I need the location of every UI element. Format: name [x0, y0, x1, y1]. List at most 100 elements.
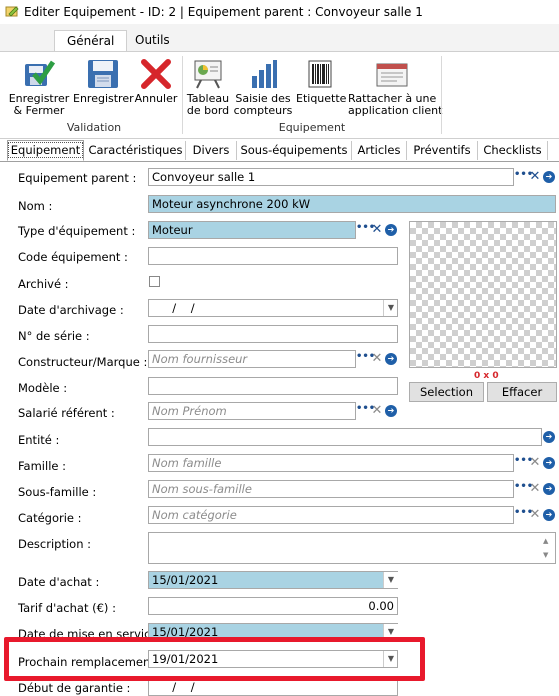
save-close-icon — [25, 60, 56, 86]
chevron-down-icon[interactable]: ▼ — [383, 300, 398, 316]
cancel-label: Annuler — [134, 92, 178, 105]
browse-button[interactable]: ••• — [514, 455, 533, 471]
manufacturer-field[interactable]: Nom fournisseur — [148, 350, 356, 368]
parent-equipment-field[interactable]: Convoyeur salle 1 — [148, 168, 514, 186]
browse-button[interactable]: ••• — [514, 169, 533, 185]
browse-button[interactable]: ••• — [514, 481, 533, 497]
clear-icon[interactable]: ✕ — [528, 455, 542, 471]
attach-client-app-button[interactable]: Rattacher à une application client — [348, 58, 443, 117]
ribbon-tab-outils[interactable]: Outils — [123, 30, 182, 52]
clear-icon[interactable]: ✕ — [528, 507, 542, 523]
tab-articles[interactable]: Articles — [352, 141, 407, 160]
browse-button[interactable]: ••• — [514, 507, 533, 523]
model-label: Modèle : — [18, 381, 68, 395]
close-icon — [141, 59, 171, 89]
go-arrow-icon[interactable]: ➔ — [543, 483, 555, 495]
archived-checkbox[interactable] — [149, 276, 160, 287]
save-button[interactable]: Enregistrer — [73, 58, 134, 105]
family-label: Famille : — [18, 459, 66, 473]
category-label: Catégorie : — [18, 511, 82, 525]
photo-preview — [409, 221, 557, 368]
referent-employee-field[interactable]: Nom Prénom — [148, 402, 356, 420]
purchase-price-label: Tarif d'achat (€) : — [18, 601, 116, 615]
go-arrow-icon[interactable]: ➔ — [543, 431, 555, 443]
ribbon-panel: Enregistrer & Fermer Enregistrer Annuler… — [0, 51, 559, 139]
entity-label: Entité : — [18, 433, 60, 447]
referent-employee-label: Salarié référent : — [18, 406, 115, 420]
clear-icon[interactable]: ✕ — [370, 351, 384, 367]
archive-date-label: Date d'archivage : — [18, 303, 124, 317]
dashboard-icon — [194, 60, 222, 89]
tab-checklists[interactable]: Checklists — [478, 141, 548, 160]
bar-chart-icon — [252, 60, 277, 88]
counters-label: Saisie des compteurs — [233, 92, 293, 117]
equipement-group-label: Equipement — [278, 121, 346, 134]
tab-divers[interactable]: Divers — [186, 141, 237, 160]
equipment-type-field[interactable]: Moteur — [148, 221, 356, 239]
entity-field[interactable] — [148, 428, 542, 446]
serial-number-field[interactable] — [148, 325, 398, 343]
purchase-price-field[interactable]: 0.00 — [148, 597, 398, 615]
highlight-box — [4, 637, 425, 681]
purchase-date-label: Date d'achat : — [18, 575, 100, 589]
clear-icon[interactable]: ✕ — [528, 481, 542, 497]
counters-button[interactable]: Saisie des compteurs — [233, 58, 293, 117]
go-arrow-icon[interactable]: ➔ — [543, 171, 555, 183]
validation-group-label: Validation — [66, 121, 122, 134]
tab-equipement[interactable]: Equipement — [7, 140, 84, 161]
subfamily-field[interactable]: Nom sous-famille — [148, 480, 514, 498]
manufacturer-label: Constructeur/Marque : — [18, 355, 148, 369]
chevron-down-icon[interactable]: ▼ — [383, 572, 398, 588]
dashboard-button[interactable]: Tableau de bord — [185, 58, 231, 117]
go-arrow-icon[interactable]: ➔ — [543, 509, 555, 521]
category-field[interactable]: Nom catégorie — [148, 506, 514, 524]
ribbon-tab-bar: Général Outils — [0, 24, 559, 52]
client-app-icon — [376, 63, 408, 87]
clear-icon[interactable]: ✕ — [370, 403, 384, 419]
attach-client-app-label: Rattacher à une application client — [348, 92, 443, 117]
scroll-arrows[interactable]: ▲ ▼ — [543, 534, 548, 562]
tab-caracteristiques[interactable]: Caractéristiques — [86, 141, 186, 160]
family-field[interactable]: Nom famille — [148, 454, 514, 472]
go-arrow-icon[interactable]: ➔ — [385, 224, 397, 236]
subfamily-label: Sous-famille : — [18, 485, 97, 499]
save-close-label: Enregistrer & Fermer — [8, 92, 70, 117]
serial-number-label: N° de série : — [18, 329, 90, 343]
window-title: Editer Equipement - ID: 2 | Equipement p… — [24, 5, 423, 19]
cancel-button[interactable]: Annuler — [134, 58, 178, 105]
photo-clear-button[interactable]: Effacer — [487, 382, 557, 402]
tab-strip: Equipement Caractéristiques Divers Sous-… — [0, 140, 559, 162]
tab-preventifs[interactable]: Préventifs — [407, 141, 478, 160]
description-field[interactable] — [148, 532, 556, 564]
archived-label: Archivé : — [18, 277, 69, 291]
equipment-code-field[interactable] — [148, 247, 398, 265]
model-field[interactable] — [148, 377, 398, 395]
barcode-icon — [308, 60, 332, 88]
purchase-date-field[interactable]: 15/01/2021 — [148, 571, 398, 589]
name-field[interactable]: Moteur asynchrone 200 kW — [148, 195, 556, 213]
equipment-code-label: Code équipement : — [18, 250, 128, 264]
tab-sous-equipements[interactable]: Sous-équipements — [237, 141, 352, 160]
edit-icon — [5, 6, 19, 17]
save-close-button[interactable]: Enregistrer & Fermer — [8, 58, 70, 117]
clear-icon[interactable]: ✕ — [370, 222, 384, 238]
photo-select-button[interactable]: Selection — [409, 382, 484, 402]
photo-size-text: 0 x 0 — [474, 371, 499, 381]
go-arrow-icon[interactable]: ➔ — [543, 457, 555, 469]
group-separator — [441, 56, 442, 134]
browse-button[interactable]: ••• — [356, 403, 375, 419]
archive-date-field[interactable]: / / — [148, 299, 398, 317]
ribbon-tab-general[interactable]: Général — [54, 30, 128, 52]
description-label: Description : — [18, 537, 92, 551]
go-arrow-icon[interactable]: ➔ — [385, 353, 397, 365]
equipment-type-label: Type d'équipement : — [18, 224, 136, 238]
browse-button[interactable]: ••• — [356, 222, 375, 238]
name-label: Nom : — [18, 199, 53, 213]
label-button[interactable]: Etiquette — [296, 58, 347, 105]
clear-icon[interactable]: ✕ — [528, 169, 542, 185]
browse-button[interactable]: ••• — [356, 351, 375, 367]
title-bar: Editer Equipement - ID: 2 | Equipement p… — [0, 0, 559, 25]
parent-equipment-label: Equipement parent : — [18, 171, 137, 185]
go-arrow-icon[interactable]: ➔ — [385, 405, 397, 417]
label-label: Etiquette — [296, 92, 347, 105]
